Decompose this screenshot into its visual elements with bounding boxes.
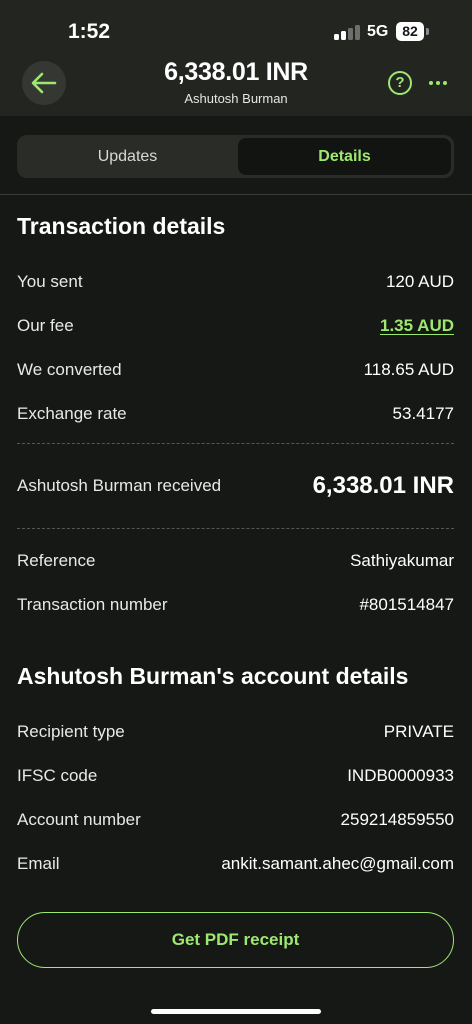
our-fee-label: Our fee [17, 316, 74, 335]
cellular-signal-icon [334, 24, 360, 40]
transaction-number-label: Transaction number [17, 595, 168, 614]
account-details-title: Ashutosh Burman's account details [17, 663, 409, 689]
tabs-divider [0, 194, 472, 195]
tab-bar: Updates Details [17, 135, 454, 178]
account-number-value: 259214859550 [340, 810, 454, 829]
recipient-type-value: PRIVATE [383, 722, 454, 741]
row-email: Email ankit.samant.ahec@gmail.com [17, 854, 454, 878]
tab-details[interactable]: Details [238, 138, 451, 175]
more-horizontal-icon[interactable] [424, 71, 452, 95]
row-reference: Reference Sathiyakumar [17, 551, 454, 575]
you-sent-value: 120 AUD [385, 272, 454, 291]
tab-updates[interactable]: Updates [20, 138, 235, 175]
reference-label: Reference [17, 551, 96, 570]
email-label: Email [17, 854, 60, 873]
status-time: 1:52 [68, 20, 111, 43]
transaction-number-value: #801514847 [359, 595, 454, 614]
dashed-divider [17, 443, 454, 444]
battery-cap [426, 28, 429, 35]
account-number-label: Account number [17, 810, 141, 829]
get-pdf-receipt-button[interactable]: Get PDF receipt [17, 912, 454, 968]
exchange-rate-label: Exchange rate [17, 404, 127, 423]
battery-icon: 82 [396, 22, 424, 41]
we-converted-value: 118.65 AUD [363, 360, 454, 379]
status-bar: 1:52 5G 82 [0, 0, 472, 60]
home-indicator[interactable] [151, 1009, 321, 1014]
ifsc-code-label: IFSC code [17, 766, 98, 785]
row-ifsc-code: IFSC code INDB0000933 [17, 766, 454, 790]
transfer-details-screen: 1:52 5G 82 6,338.01 INR Ashutosh Burman … [0, 0, 472, 1024]
row-our-fee: Our fee 1.35 AUD [17, 316, 454, 340]
question-circle-icon[interactable]: ? [388, 71, 412, 95]
received-label: Ashutosh Burman received [17, 476, 222, 495]
we-converted-label: We converted [17, 360, 122, 379]
ifsc-code-value: INDB0000933 [347, 766, 454, 785]
you-sent-label: You sent [17, 272, 83, 291]
transaction-details-title: Transaction details [17, 213, 226, 239]
exchange-rate-value: 53.4177 [392, 404, 454, 423]
dashed-divider [17, 528, 454, 529]
received-value: 6,338.01 INR [312, 472, 454, 499]
email-value: ankit.samant.ahec@gmail.com [221, 854, 454, 873]
recipient-type-label: Recipient type [17, 722, 125, 741]
reference-value: Sathiyakumar [350, 551, 454, 570]
row-recipient-type: Recipient type PRIVATE [17, 722, 454, 746]
row-exchange-rate: Exchange rate 53.4177 [17, 404, 454, 428]
network-type: 5G [367, 23, 389, 40]
our-fee-link[interactable]: 1.35 AUD [380, 316, 454, 336]
row-transaction-number: Transaction number #801514847 [17, 595, 454, 619]
row-account-number: Account number 259214859550 [17, 810, 454, 834]
row-we-converted: We converted 118.65 AUD [17, 360, 454, 384]
row-you-sent: You sent 120 AUD [17, 272, 454, 296]
